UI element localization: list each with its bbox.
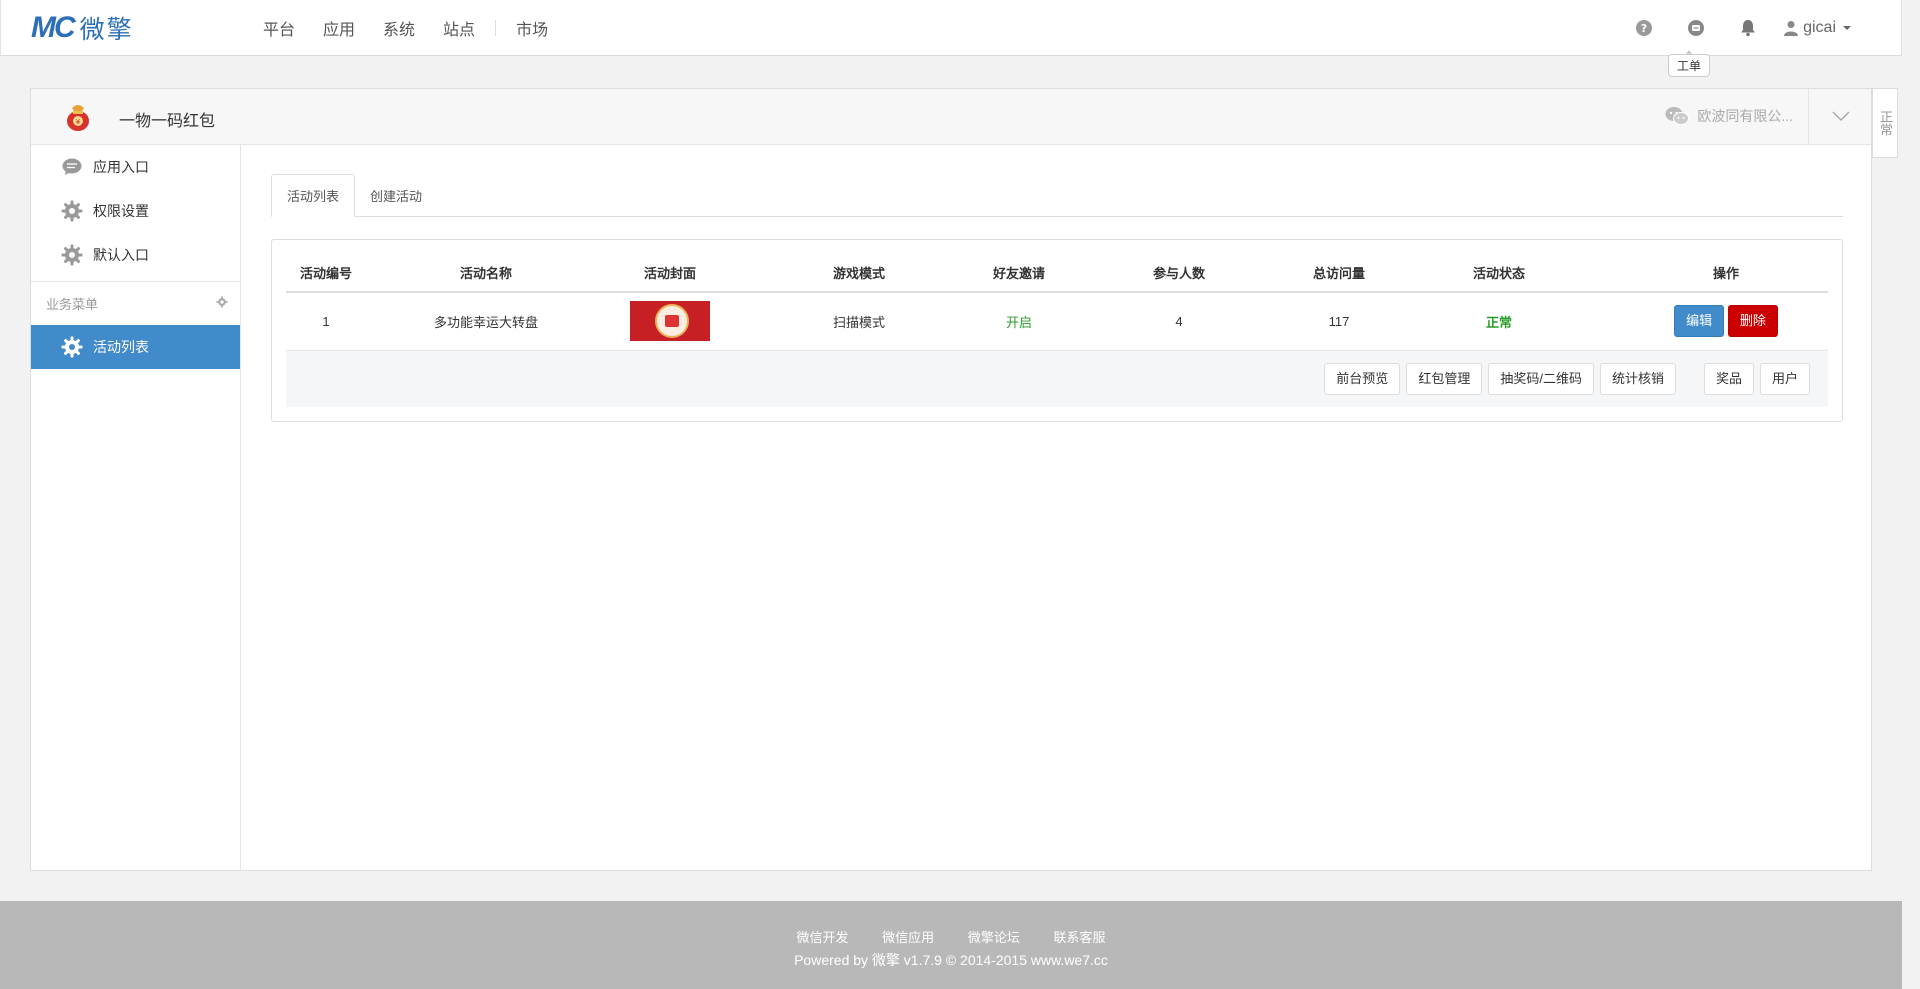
red-packet-manage-button[interactable]: 红包管理 (1406, 362, 1483, 395)
footer-link-support[interactable]: 联系客服 (1053, 930, 1105, 945)
activity-cover-image[interactable] (630, 301, 710, 342)
nav-item-site[interactable]: 站点 (429, 16, 489, 40)
user-menu[interactable]: gicai (1784, 19, 1851, 37)
cell-status: 正常 (1374, 292, 1624, 351)
sidebar-item-permissions[interactable]: 权限设置 (31, 189, 240, 233)
sidebar-item-label: 应用入口 (93, 159, 149, 175)
col-invite: 好友邀请 (984, 254, 1054, 293)
panel-header: ¥ 一物一码红包 欧波同有限公... (31, 89, 1871, 145)
logo[interactable]: MC 微擎 (31, 11, 134, 44)
stats-verify-button[interactable]: 统计核销 (1599, 362, 1676, 395)
nav-divider (495, 20, 497, 36)
chat-icon (61, 156, 83, 178)
sidebar-item-activity-list[interactable]: 活动列表 (31, 325, 240, 369)
account-switcher[interactable]: 欧波同有限公... (1665, 106, 1793, 126)
lottery-qrcode-button[interactable]: 抽奖码/二维码 (1488, 362, 1594, 395)
gear-icon (61, 336, 83, 358)
row-action-bar: 前台预览 红包管理 抽奖码/二维码 统计核销 奖品 用户 (286, 350, 1828, 407)
sidebar: 应用入口 权限设置 默认入口 业务菜单 活动列表 (31, 145, 241, 870)
cell-participants: 4 (1054, 292, 1304, 351)
sidebar-item-label: 权限设置 (93, 203, 149, 219)
nav-item-market[interactable]: 市场 (502, 16, 562, 40)
sidebar-group-label: 业务菜单 (46, 297, 99, 312)
user-icon (1784, 21, 1799, 36)
main-nav: 平台 应用 系统 站点 市场 (249, 0, 562, 56)
tab-create-activity[interactable]: 创建活动 (355, 174, 437, 216)
help-icon[interactable]: ? (1635, 19, 1653, 37)
nav-item-apps[interactable]: 应用 (309, 16, 369, 40)
nav-right: ? gicai (1618, 0, 1851, 56)
logo-mark: MC (31, 11, 76, 44)
chevron-down-icon[interactable] (1831, 109, 1851, 125)
cell-actions: 编辑 删除 (1624, 292, 1828, 351)
col-participants: 参与人数 (1054, 254, 1304, 293)
col-visits: 总访问量 (1304, 254, 1374, 293)
nav-item-system[interactable]: 系统 (369, 16, 429, 40)
cell-invite: 开启 (984, 292, 1054, 351)
footer-links: 微信开发 微信应用 微擎论坛 联系客服 (0, 901, 1902, 946)
wechat-icon (1665, 107, 1690, 125)
table-header-row: 活动编号 活动名称 活动封面 游戏模式 好友邀请 参与人数 总访问量 活动状态 … (286, 254, 1828, 293)
cell-name: 多功能幸运大转盘 (366, 292, 606, 351)
user-name: gicai (1803, 19, 1836, 36)
logo-text: 微擎 (79, 16, 134, 44)
cell-id: 1 (286, 292, 366, 351)
bell-icon[interactable] (1739, 19, 1757, 37)
col-name: 活动名称 (366, 254, 606, 293)
users-button[interactable]: 用户 (1759, 362, 1810, 395)
cell-cover (606, 292, 734, 351)
tab-bar: 活动列表 创建活动 (271, 174, 1843, 217)
nav-item-platform[interactable]: 平台 (249, 16, 309, 40)
ticket-icon[interactable] (1687, 19, 1705, 37)
table-row: 1 多功能幸运大转盘 扫描模式 开启 4 117 正常 编辑 删除 (286, 292, 1828, 351)
content-area: 活动列表 创建活动 活动编号 活动名称 活动封面 游戏模式 好友邀请 参与人数 … (271, 174, 1843, 422)
col-actions: 操作 (1624, 254, 1828, 293)
red-packet-app-icon: ¥ (63, 102, 93, 132)
edit-button[interactable]: 编辑 (1674, 305, 1725, 338)
sidebar-item-label: 活动列表 (93, 339, 149, 355)
footer-link-apps[interactable]: 微信应用 (882, 930, 934, 945)
sidebar-group-business: 业务菜单 (31, 281, 240, 325)
account-name: 欧波同有限公... (1697, 108, 1793, 124)
sidebar-item-app-entry[interactable]: 应用入口 (31, 145, 240, 189)
preview-button[interactable]: 前台预览 (1324, 362, 1401, 395)
gear-icon (61, 244, 83, 266)
col-status: 活动状态 (1374, 254, 1624, 293)
main-panel: ¥ 一物一码红包 欧波同有限公... 应用入口 权限设置 默认入口 业务菜单 活… (30, 88, 1872, 871)
footer: 微信开发 微信应用 微擎论坛 联系客服 Powered by 微擎 v1.7.9… (0, 901, 1902, 989)
tab-activity-list[interactable]: 活动列表 (271, 174, 356, 217)
svg-text:?: ? (1641, 22, 1647, 35)
cell-visits: 117 (1304, 292, 1374, 351)
footer-copyright: Powered by 微擎 v1.7.9 © 2014-2015 www.we7… (794, 952, 1108, 968)
caret-down-icon (1843, 26, 1851, 30)
col-cover: 活动封面 (606, 254, 734, 293)
sidebar-item-default-entry[interactable]: 默认入口 (31, 233, 240, 277)
activity-table: 活动编号 活动名称 活动封面 游戏模式 好友邀请 参与人数 总访问量 活动状态 … (286, 254, 1828, 351)
activity-table-box: 活动编号 活动名称 活动封面 游戏模式 好友邀请 参与人数 总访问量 活动状态 … (271, 239, 1843, 422)
ticket-tooltip: 工单 (1668, 50, 1711, 77)
small-gear-icon[interactable] (216, 296, 228, 311)
delete-button[interactable]: 删除 (1727, 305, 1778, 338)
col-mode: 游戏模式 (734, 254, 984, 293)
cell-mode: 扫描模式 (734, 292, 984, 351)
top-navbar: MC 微擎 平台 应用 系统 站点 市场 ? gicai (0, 0, 1902, 56)
app-name: 一物一码红包 (119, 113, 216, 130)
sidebar-item-label: 默认入口 (93, 247, 149, 263)
status-side-tab[interactable]: 正常 (1872, 88, 1898, 158)
footer-link-dev[interactable]: 微信开发 (797, 930, 849, 945)
header-divider (1808, 89, 1809, 145)
gear-icon (61, 200, 83, 222)
svg-text:¥: ¥ (76, 118, 81, 126)
footer-link-forum[interactable]: 微擎论坛 (968, 930, 1020, 945)
prizes-button[interactable]: 奖品 (1703, 362, 1754, 395)
col-id: 活动编号 (286, 254, 366, 293)
